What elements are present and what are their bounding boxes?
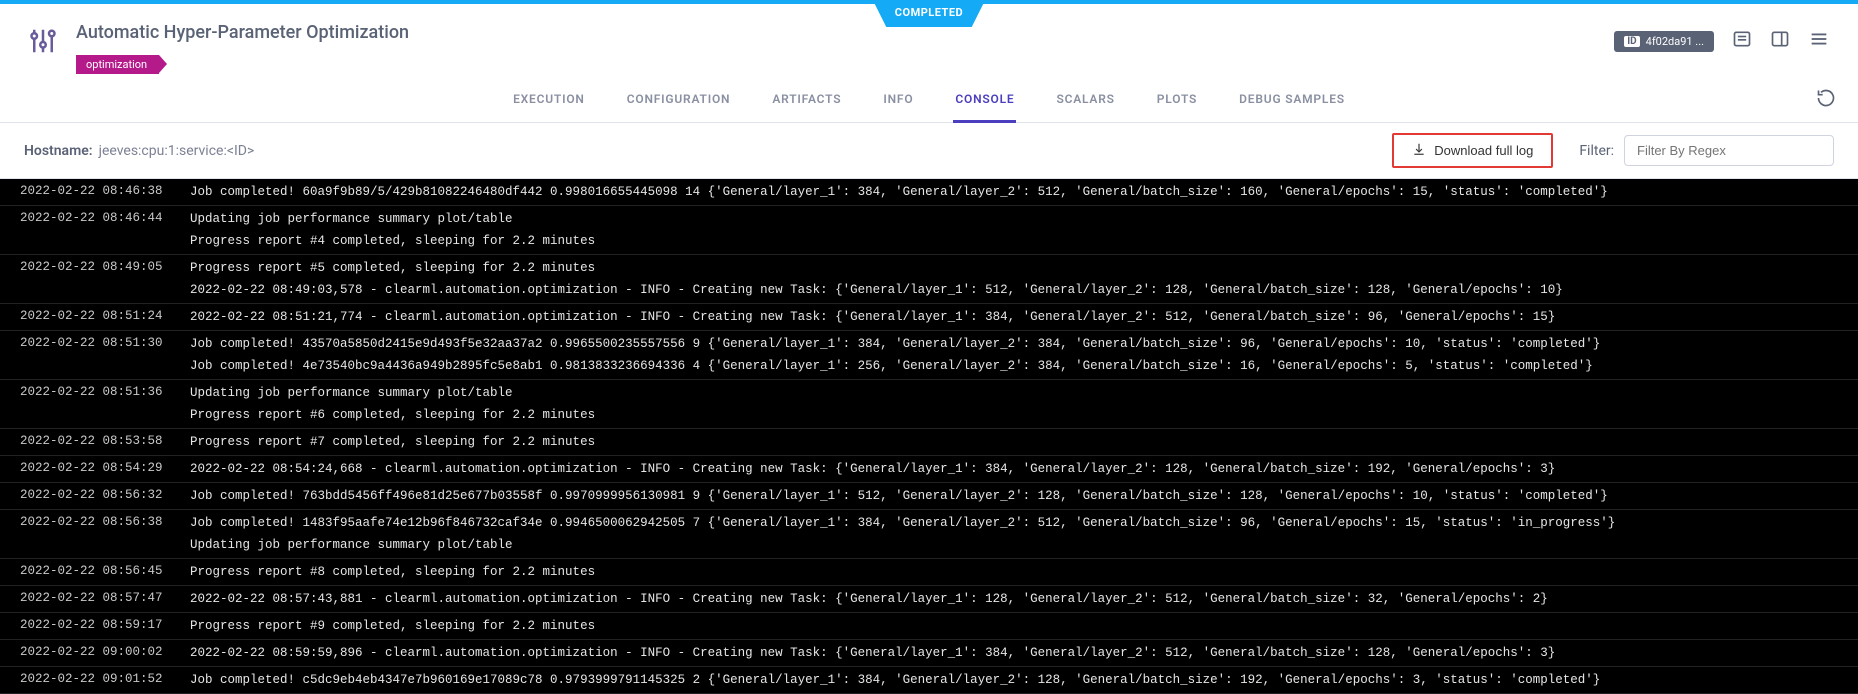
tab-configuration[interactable]: CONFIGURATION [625,92,733,122]
log-timestamp: 2022-02-22 09:00:02 [0,642,170,664]
log-timestamp: 2022-02-22 08:56:38 [0,512,170,556]
log-timestamp: 2022-02-22 08:57:47 [0,588,170,610]
tab-console[interactable]: CONSOLE [953,92,1016,123]
tune-icon [28,26,58,60]
status-badge: COMPLETED [873,0,985,27]
tab-scalars[interactable]: SCALARS [1054,92,1116,122]
tag-optimization[interactable]: optimization [76,55,159,74]
log-message: Job completed! c5dc9eb4eb4347e7b960169e1… [170,669,1858,691]
tab-bar: EXECUTION CONFIGURATION ARTIFACTS INFO C… [0,74,1858,123]
log-message: Updating job performance summary plot/ta… [170,382,1858,426]
log-message: 2022-02-22 08:59:59,896 - clearml.automa… [170,642,1858,664]
log-message: Progress report #5 completed, sleeping f… [170,257,1858,301]
tab-info[interactable]: INFO [881,92,915,122]
download-full-log-button[interactable]: Download full log [1392,133,1553,168]
tab-debug-samples[interactable]: DEBUG SAMPLES [1237,92,1347,122]
tab-artifacts[interactable]: ARTIFACTS [770,92,843,122]
log-timestamp: 2022-02-22 08:51:24 [0,306,170,328]
log-row: 2022-02-22 08:57:472022-02-22 08:57:43,8… [0,586,1858,613]
filter-label: Filter: [1579,143,1614,159]
log-timestamp: 2022-02-22 08:51:30 [0,333,170,377]
id-chip[interactable]: ID 4f02da91 ... [1614,31,1714,52]
log-row: 2022-02-22 08:56:38Job completed! 1483f9… [0,510,1858,559]
id-chip-label: ID [1624,36,1639,47]
log-message: 2022-02-22 08:51:21,774 - clearml.automa… [170,306,1858,328]
log-row: 2022-02-22 08:56:32Job completed! 763bdd… [0,483,1858,510]
log-message: Progress report #7 completed, sleeping f… [170,431,1858,453]
log-row: 2022-02-22 09:01:52Job completed! c5dc9e… [0,667,1858,694]
details-icon[interactable] [1732,29,1752,53]
log-row: 2022-02-22 08:51:36Updating job performa… [0,380,1858,429]
log-message: Updating job performance summary plot/ta… [170,208,1858,252]
log-timestamp: 2022-02-22 08:54:29 [0,458,170,480]
log-timestamp: 2022-02-22 08:46:38 [0,181,170,203]
log-message: 2022-02-22 08:54:24,668 - clearml.automa… [170,458,1858,480]
filter-input[interactable] [1624,135,1834,166]
log-timestamp: 2022-02-22 08:56:32 [0,485,170,507]
log-message: Progress report #8 completed, sleeping f… [170,561,1858,583]
panel-icon[interactable] [1770,29,1790,53]
log-row: 2022-02-22 08:51:242022-02-22 08:51:21,7… [0,304,1858,331]
log-row: 2022-02-22 09:00:022022-02-22 08:59:59,8… [0,640,1858,667]
log-row: 2022-02-22 08:46:44Updating job performa… [0,206,1858,255]
console-toolbar: Hostname: jeeves:cpu:1:service:<ID> Down… [0,123,1858,179]
log-timestamp: 2022-02-22 08:59:17 [0,615,170,637]
log-timestamp: 2022-02-22 08:56:45 [0,561,170,583]
hostname-value: jeeves:cpu:1:service:<ID> [99,143,255,159]
log-message: Job completed! 1483f95aafe74e12b96f84673… [170,512,1858,556]
tab-execution[interactable]: EXECUTION [511,92,587,122]
hostname-label: Hostname: [24,143,93,159]
log-message: Progress report #9 completed, sleeping f… [170,615,1858,637]
log-message: Job completed! 763bdd5456ff496e81d25e677… [170,485,1858,507]
log-row: 2022-02-22 08:59:17Progress report #9 co… [0,613,1858,640]
download-icon [1412,142,1426,159]
menu-icon[interactable] [1808,28,1830,54]
log-timestamp: 2022-02-22 08:46:44 [0,208,170,252]
download-button-label: Download full log [1434,143,1533,158]
log-message: 2022-02-22 08:57:43,881 - clearml.automa… [170,588,1858,610]
log-timestamp: 2022-02-22 09:01:52 [0,669,170,691]
log-row: 2022-02-22 08:51:30Job completed! 43570a… [0,331,1858,380]
page-title: Automatic Hyper-Parameter Optimization [76,22,409,43]
id-chip-value: 4f02da91 ... [1646,35,1704,48]
log-message: Job completed! 43570a5850d2415e9d493f5e3… [170,333,1858,377]
console-log[interactable]: 2022-02-22 08:46:38Job completed! 60a9f9… [0,179,1858,694]
log-row: 2022-02-22 08:53:58Progress report #7 co… [0,429,1858,456]
log-timestamp: 2022-02-22 08:51:36 [0,382,170,426]
log-row: 2022-02-22 08:54:292022-02-22 08:54:24,6… [0,456,1858,483]
log-row: 2022-02-22 08:46:38Job completed! 60a9f9… [0,179,1858,206]
log-timestamp: 2022-02-22 08:49:05 [0,257,170,301]
refresh-icon[interactable] [1816,88,1836,112]
log-row: 2022-02-22 08:49:05Progress report #5 co… [0,255,1858,304]
log-row: 2022-02-22 08:56:45Progress report #8 co… [0,559,1858,586]
tab-plots[interactable]: PLOTS [1155,92,1199,122]
log-message: Job completed! 60a9f9b89/5/429b810822464… [170,181,1858,203]
log-timestamp: 2022-02-22 08:53:58 [0,431,170,453]
